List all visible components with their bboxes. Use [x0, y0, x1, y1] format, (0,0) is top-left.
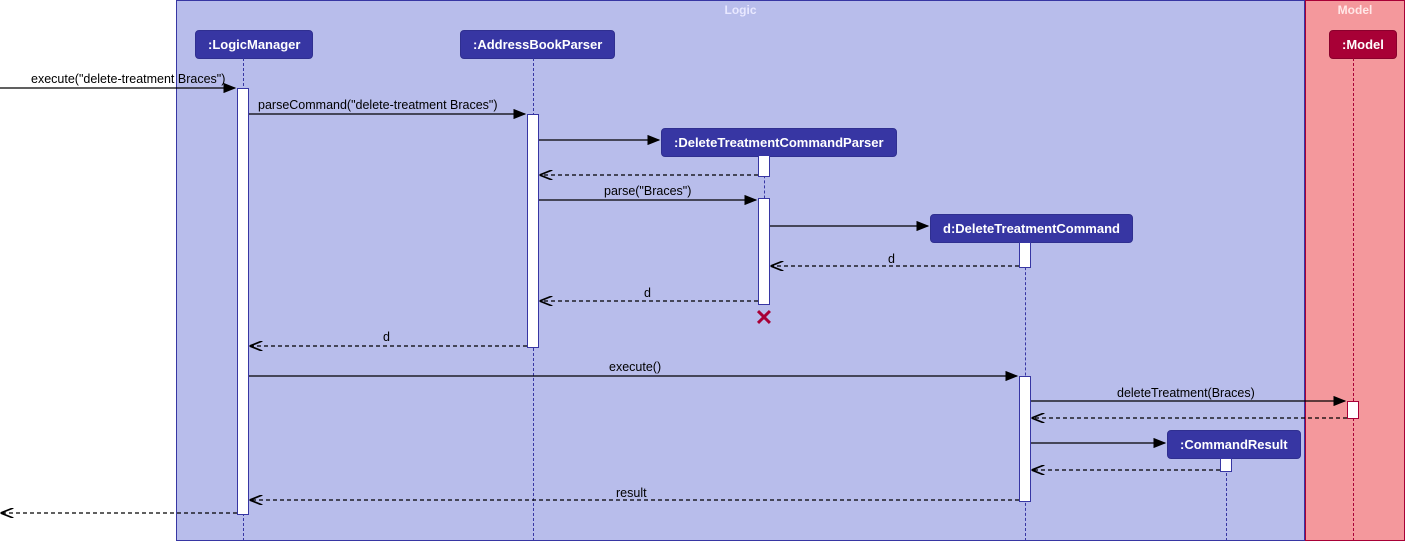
participant-model: :Model — [1329, 30, 1397, 59]
participant-label: :DeleteTreatmentCommandParser — [674, 135, 884, 150]
frame-model-title: Model — [1306, 1, 1404, 19]
participant-label: :CommandResult — [1180, 437, 1288, 452]
participant-delete-treatment-command-parser: :DeleteTreatmentCommandParser — [661, 128, 897, 157]
msg-delete-treatment: deleteTreatment(Braces) — [1117, 386, 1255, 400]
activation-dtcp-2 — [758, 198, 770, 305]
msg-return-d-1: d — [888, 252, 895, 266]
lifeline-model — [1353, 58, 1354, 541]
msg-parse-braces: parse("Braces") — [604, 184, 691, 198]
msg-execute: execute() — [609, 360, 661, 374]
participant-label: :Model — [1342, 37, 1384, 52]
activation-model — [1347, 401, 1359, 419]
activation-dtc-1 — [1019, 242, 1031, 268]
activation-abp — [527, 114, 539, 348]
activation-dtc-2 — [1019, 376, 1031, 502]
participant-address-book-parser: :AddressBookParser — [460, 30, 615, 59]
participant-label: d:DeleteTreatmentCommand — [943, 221, 1120, 236]
msg-parse-command: parseCommand("delete-treatment Braces") — [258, 98, 498, 112]
frame-logic: Logic — [176, 0, 1305, 541]
msg-return-d-3: d — [383, 330, 390, 344]
destroy-icon: ✕ — [754, 308, 774, 328]
participant-delete-treatment-command: d:DeleteTreatmentCommand — [930, 214, 1133, 243]
participant-label: :LogicManager — [208, 37, 300, 52]
sequence-diagram: Logic Model :LogicManager :AddressBookPa… — [0, 0, 1405, 541]
participant-logic-manager: :LogicManager — [195, 30, 313, 59]
msg-return-d-2: d — [644, 286, 651, 300]
msg-result: result — [616, 486, 647, 500]
activation-dtcp-1 — [758, 155, 770, 177]
participant-command-result: :CommandResult — [1167, 430, 1301, 459]
participant-label: :AddressBookParser — [473, 37, 602, 52]
activation-cr — [1220, 458, 1232, 472]
msg-execute-delete-treatment: execute("delete-treatment Braces") — [31, 72, 225, 86]
frame-logic-title: Logic — [177, 1, 1304, 19]
frame-model: Model — [1305, 0, 1405, 541]
activation-lm — [237, 88, 249, 515]
